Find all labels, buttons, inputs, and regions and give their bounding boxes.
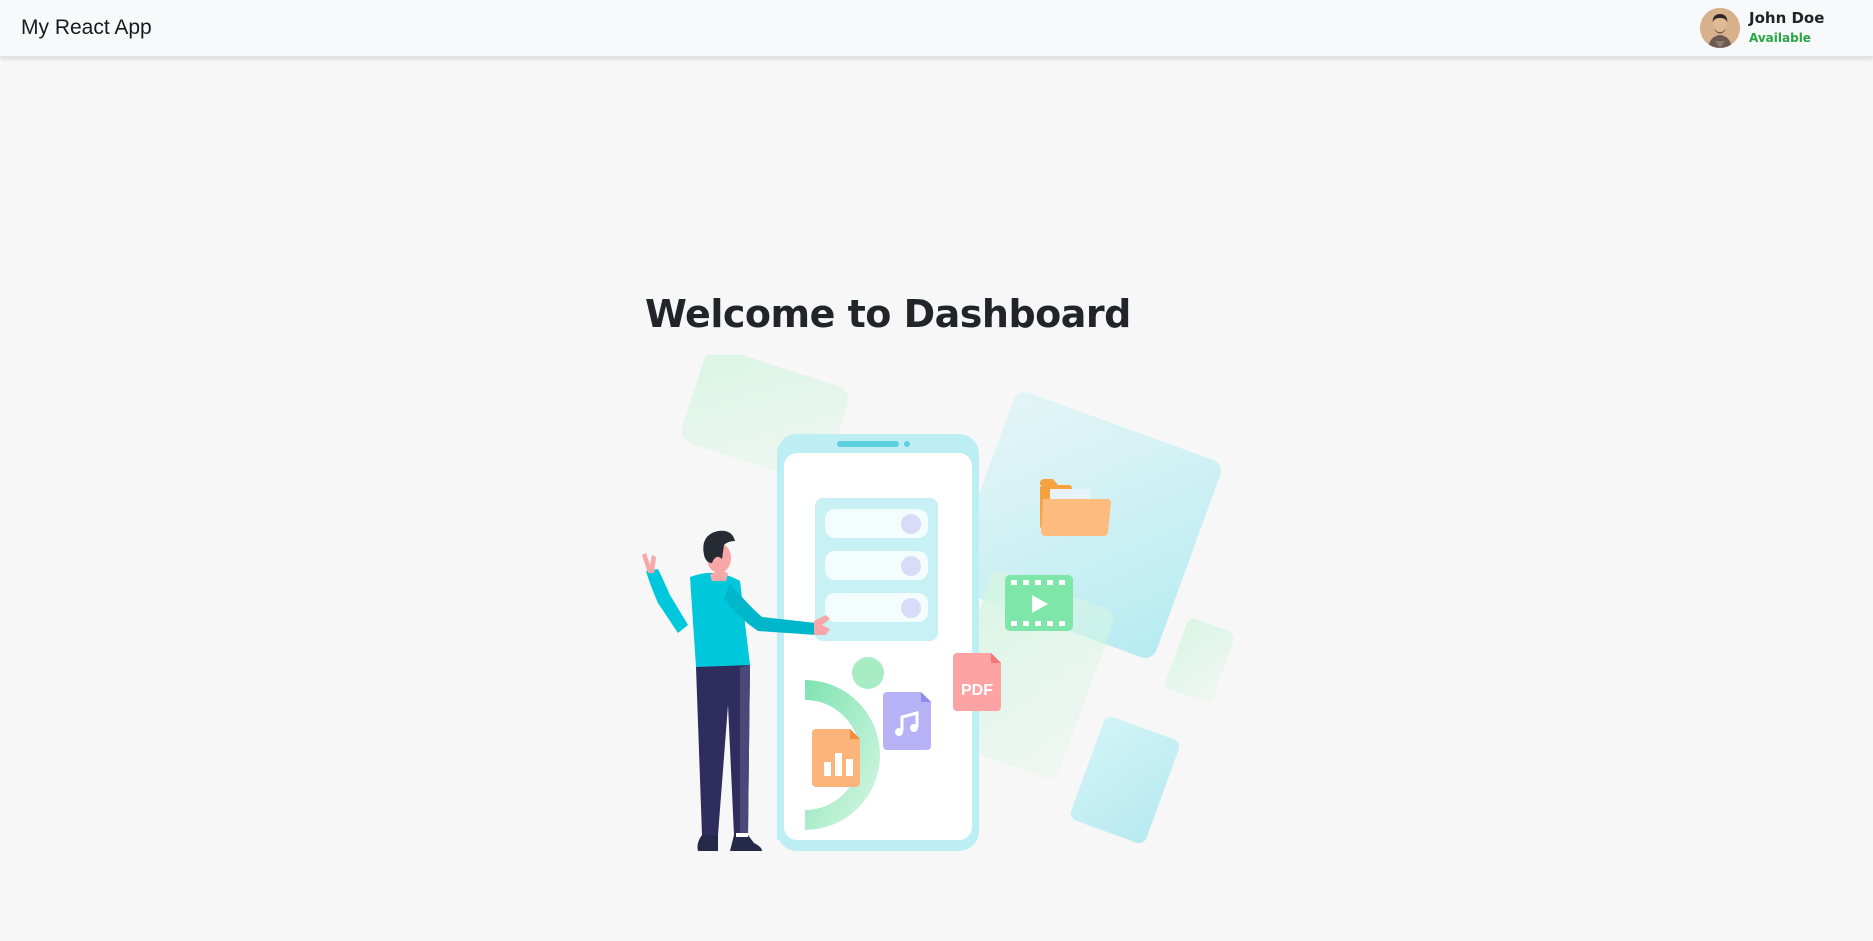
page-title: Welcome to Dashboard (645, 292, 1131, 336)
phone-graphic (777, 434, 979, 851)
pdf-icon: PDF (953, 653, 1001, 711)
dashboard-illustration: PDF (630, 347, 1250, 860)
user-avatar[interactable] (1700, 8, 1740, 48)
top-navbar: My React App John Doe Available (0, 0, 1873, 57)
user-name: John Doe (1749, 9, 1825, 28)
user-profile[interactable]: John Doe Available (1700, 7, 1824, 49)
pdf-label: PDF (961, 682, 993, 699)
video-icon (1005, 575, 1073, 631)
brand-link[interactable]: My React App (21, 16, 152, 40)
music-icon (883, 692, 931, 750)
chart-file-icon (812, 729, 860, 787)
user-status: Available (1749, 30, 1811, 45)
